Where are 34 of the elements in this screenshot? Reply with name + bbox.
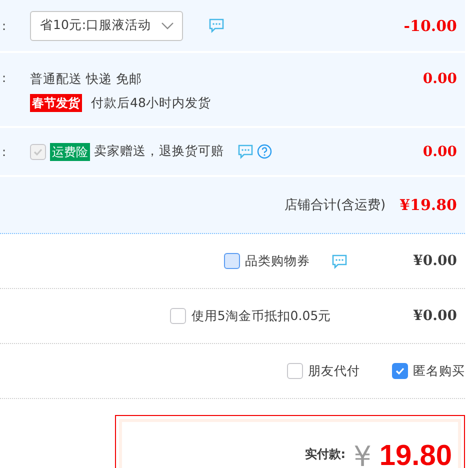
checkbox[interactable] — [170, 308, 186, 324]
help-icon[interactable] — [257, 144, 272, 159]
field-label: : — [2, 18, 8, 32]
shipping-amount: 0.00 — [422, 71, 457, 87]
insurance-amount: 0.00 — [422, 144, 457, 160]
option-checkbox-label[interactable]: 朋友代付 — [287, 362, 360, 380]
field-label: : — [2, 144, 8, 158]
checkbox[interactable] — [392, 363, 408, 379]
chat-icon[interactable] — [238, 144, 253, 159]
voucher-option[interactable]: 品类购物券 — [224, 252, 310, 270]
payment-amount: 19.80 — [379, 442, 452, 468]
insurance-text: 卖家赠送，退换货可赔 — [94, 143, 224, 160]
insurance-badge: 运费险 — [50, 142, 90, 160]
shipping-note: 付款后48小时内发货 — [91, 94, 211, 112]
payment-label: 实付款: — [304, 446, 346, 463]
delivery-method: 普通配送 快递 免邮 — [30, 71, 143, 88]
shop-total-label: 店铺合计(含运费) — [284, 197, 386, 214]
holiday-badge: 春节发货 — [30, 94, 82, 112]
discount-value: ¥0.00 — [413, 253, 457, 269]
discount-amount: -10.00 — [404, 16, 457, 34]
checkbox[interactable] — [224, 253, 240, 269]
coin-option[interactable]: 使用5淘金币抵扣0.05元 — [170, 308, 332, 324]
discount-value: ¥0.00 — [413, 308, 457, 324]
chat-icon[interactable] — [209, 18, 224, 33]
currency-symbol: ¥ — [354, 443, 372, 468]
checkbox[interactable] — [287, 363, 303, 379]
option-checkbox-label[interactable]: 匿名购买 — [392, 362, 465, 380]
promotion-dropdown[interactable]: 省10元:口服液活动 — [30, 10, 184, 40]
check-icon — [33, 146, 43, 156]
chevron-down-icon — [161, 22, 174, 30]
check-icon — [395, 366, 405, 376]
chat-icon[interactable] — [332, 254, 348, 268]
shop-total-amount: ¥19.80 — [400, 196, 457, 214]
field-label: : — [2, 71, 8, 85]
